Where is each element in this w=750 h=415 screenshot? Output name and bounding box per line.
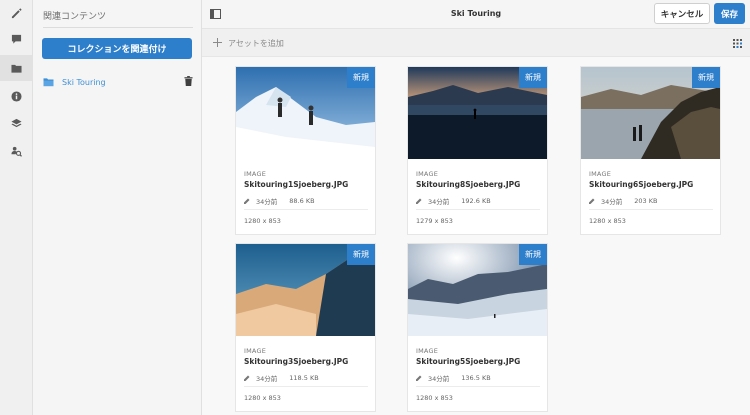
panel-title: 関連コンテンツ (43, 12, 107, 22)
asset-dimensions: 1280 x 853 (244, 394, 281, 402)
asset-file-size: 192.6 KB (461, 197, 491, 205)
panel-toggle-icon[interactable] (210, 9, 221, 19)
rail-info[interactable] (0, 83, 33, 109)
card-divider (589, 209, 713, 210)
rail-find-similar[interactable] (0, 138, 33, 164)
asset-meta: 34分前 136.5 KB (416, 373, 536, 383)
trash-icon[interactable] (184, 76, 193, 86)
card-divider (244, 209, 368, 210)
asset-thumbnail[interactable]: 新規 (408, 244, 547, 336)
folder-icon (43, 77, 54, 87)
card-divider (244, 386, 368, 387)
asset-type: IMAGE (589, 170, 612, 178)
asset-type: IMAGE (244, 170, 267, 178)
pencil-icon (244, 375, 250, 381)
card-divider (416, 209, 540, 210)
asset-thumbnail[interactable]: 新規 (581, 67, 720, 159)
asset-thumbnail[interactable]: 新規 (236, 244, 375, 336)
asset-name[interactable]: Skitouring8Sjoeberg.JPG (416, 180, 520, 189)
app-window: 関連コンテンツ コレクションを関連付け Ski Touring Ski Tour… (0, 0, 750, 415)
relate-collection-button[interactable]: コレクションを関連付け (42, 38, 192, 59)
main-content: Ski Touring キャンセル 保存 アセットを追加 新規 IMAGE Sk… (202, 0, 750, 415)
asset-dimensions: 1280 x 853 (244, 217, 281, 225)
asset-card[interactable]: 新規 IMAGE Skitouring1Sjoeberg.JPG 34分前 88… (235, 66, 376, 235)
panel-divider (43, 27, 193, 28)
asset-meta: 34分前 118.5 KB (244, 373, 364, 383)
add-asset-bar[interactable]: アセットを追加 (202, 29, 750, 57)
asset-name[interactable]: Skitouring6Sjoeberg.JPG (589, 180, 693, 189)
asset-file-size: 88.6 KB (289, 197, 315, 205)
rail-layers[interactable] (0, 110, 33, 136)
pencil-icon (589, 198, 595, 204)
asset-name[interactable]: Skitouring1Sjoeberg.JPG (244, 180, 348, 189)
asset-dimensions: 1279 x 853 (416, 217, 453, 225)
pencil-icon (416, 198, 422, 204)
collection-name[interactable]: Ski Touring (62, 78, 106, 87)
new-badge: 新規 (347, 67, 375, 88)
rail-related-content[interactable] (0, 55, 33, 81)
left-rail (0, 0, 33, 415)
asset-thumbnail[interactable]: 新規 (236, 67, 375, 159)
asset-name[interactable]: Skitouring3Sjoeberg.JPG (244, 357, 348, 366)
asset-card[interactable]: 新規 IMAGE Skitouring8Sjoeberg.JPG 34分前 19… (407, 66, 548, 235)
asset-modified-time: 34分前 (428, 198, 450, 206)
new-badge: 新規 (519, 67, 547, 88)
view-switch-icon[interactable] (733, 39, 742, 48)
info-icon (11, 90, 22, 102)
asset-file-size: 118.5 KB (289, 374, 319, 382)
comment-icon (11, 34, 22, 44)
asset-type: IMAGE (416, 170, 439, 178)
new-badge: 新規 (692, 67, 720, 88)
pencil-icon (11, 8, 22, 18)
asset-file-size: 203 KB (634, 197, 658, 205)
related-content-panel: 関連コンテンツ コレクションを関連付け Ski Touring (33, 0, 202, 415)
folder-icon (11, 64, 22, 73)
asset-dimensions: 1280 x 853 (416, 394, 453, 402)
rail-comments[interactable] (0, 26, 33, 52)
asset-modified-time: 34分前 (256, 375, 278, 383)
card-divider (416, 386, 540, 387)
asset-type: IMAGE (244, 347, 267, 355)
asset-modified-time: 34分前 (601, 198, 623, 206)
asset-card[interactable]: 新規 IMAGE Skitouring6Sjoeberg.JPG 34分前 20… (580, 66, 721, 235)
related-collection-item[interactable]: Ski Touring (43, 75, 193, 89)
asset-meta: 34分前 88.6 KB (244, 196, 364, 206)
asset-thumbnail[interactable]: 新規 (408, 67, 547, 159)
asset-name[interactable]: Skitouring5Sjoeberg.JPG (416, 357, 520, 366)
layers-icon (11, 118, 22, 127)
plus-icon (213, 38, 222, 47)
asset-meta: 34分前 192.6 KB (416, 196, 536, 206)
asset-meta: 34分前 203 KB (589, 196, 709, 206)
new-badge: 新規 (347, 244, 375, 265)
asset-card[interactable]: 新規 IMAGE Skitouring3Sjoeberg.JPG 34分前 11… (235, 243, 376, 412)
save-button[interactable]: 保存 (714, 3, 745, 24)
asset-dimensions: 1280 x 853 (589, 217, 626, 225)
asset-card[interactable]: 新規 IMAGE Skitouring5Sjoeberg.JPG 34分前 13… (407, 243, 548, 412)
rail-edit[interactable] (0, 0, 33, 26)
add-asset-label[interactable]: アセットを追加 (228, 38, 284, 49)
asset-type: IMAGE (416, 347, 439, 355)
pencil-icon (416, 375, 422, 381)
pencil-icon (244, 198, 250, 204)
search-people-icon (11, 146, 22, 157)
asset-modified-time: 34分前 (256, 198, 278, 206)
new-badge: 新規 (519, 244, 547, 265)
cancel-button[interactable]: キャンセル (654, 3, 710, 24)
asset-file-size: 136.5 KB (461, 374, 491, 382)
asset-modified-time: 34分前 (428, 375, 450, 383)
top-toolbar: Ski Touring キャンセル 保存 (202, 0, 750, 29)
